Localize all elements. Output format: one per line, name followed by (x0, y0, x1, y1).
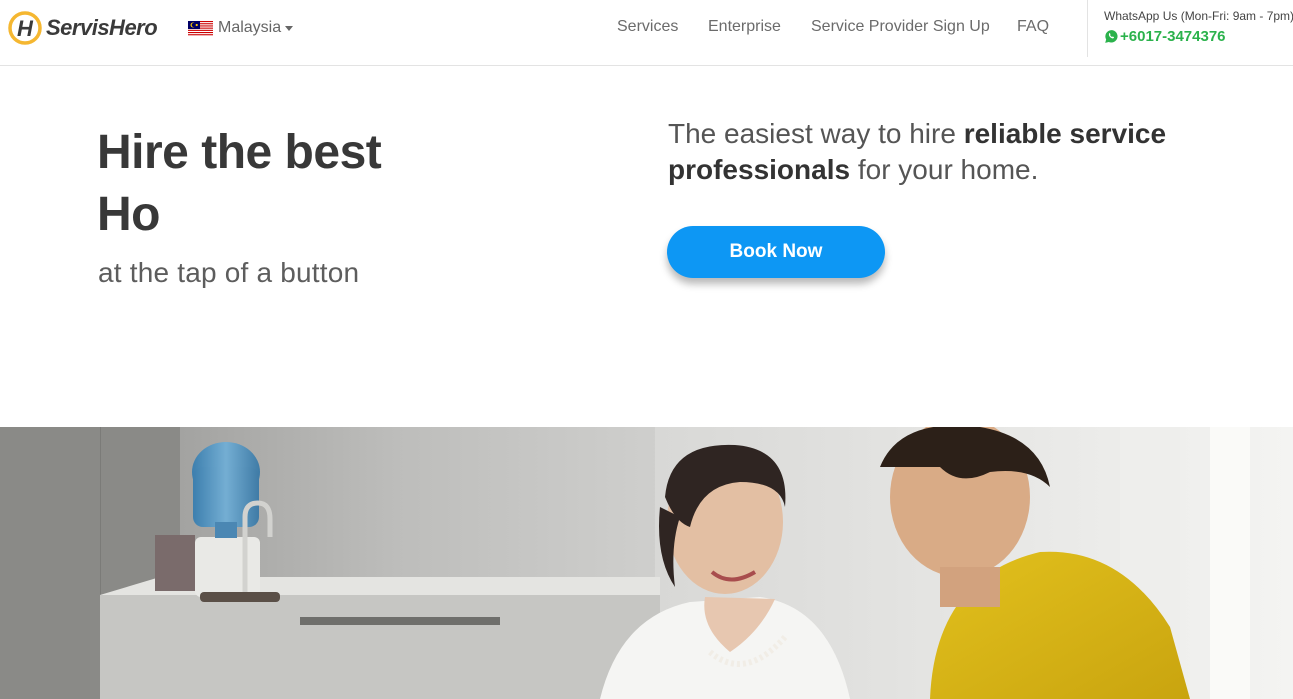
chevron-down-icon (285, 25, 294, 31)
hero-title-line-2: Ho (97, 188, 160, 241)
servishero-logo-icon: H (8, 11, 42, 45)
whatsapp-icon (1105, 30, 1118, 43)
whatsapp-phone: +6017-3474376 (1120, 28, 1226, 45)
nav-faq[interactable]: FAQ (1017, 18, 1049, 36)
brand-name: ServisHero (46, 15, 158, 40)
hero-title-line-1: Hire the best (97, 126, 382, 179)
logo[interactable]: H ServisHero (7, 10, 158, 46)
book-now-button[interactable]: Book Now (667, 226, 885, 278)
tagline-pre: The easiest way to hire (668, 118, 964, 149)
hero-photo (0, 427, 1293, 699)
nav-service-provider-sign-up[interactable]: Service Provider Sign Up (811, 18, 990, 36)
whatsapp-hours-label: WhatsApp Us (Mon-Fri: 9am - 7pm) (1104, 9, 1293, 23)
hero-tagline: The easiest way to hire reliable service… (668, 116, 1228, 188)
whatsapp-contact: WhatsApp Us (Mon-Fri: 9am - 7pm) +6017-3… (1087, 0, 1293, 57)
hero-photo-illustration (0, 427, 1293, 699)
malaysia-flag-icon (188, 20, 213, 36)
tagline-post: for your home. (850, 154, 1039, 185)
nav-enterprise[interactable]: Enterprise (708, 18, 781, 36)
country-selector[interactable]: Malaysia (188, 17, 294, 39)
hero-title: Hire the best Ho (97, 122, 497, 246)
country-label: Malaysia (218, 19, 282, 36)
hero-subtitle: at the tap of a button (98, 257, 360, 288)
nav-services[interactable]: Services (617, 18, 678, 36)
svg-text:H: H (17, 16, 34, 41)
whatsapp-phone-link[interactable]: +6017-3474376 (1104, 28, 1226, 45)
site-header: H ServisHero Malaysia Services Enterpris… (0, 0, 1293, 66)
